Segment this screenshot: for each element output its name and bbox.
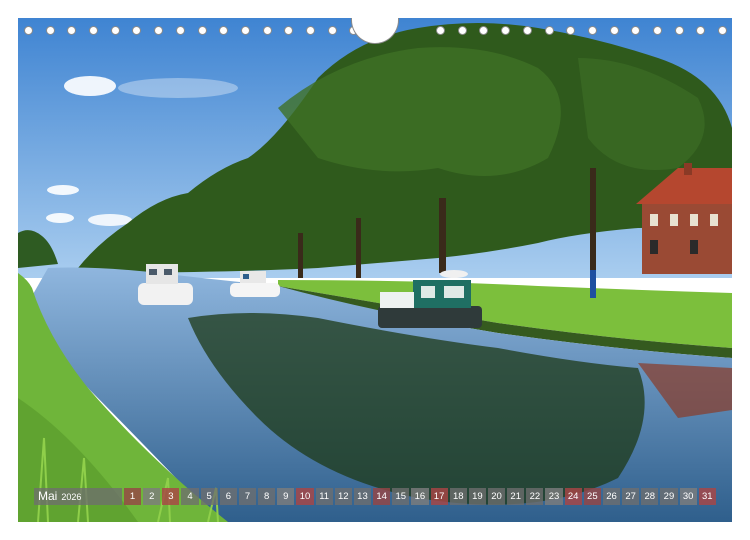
day-cell: 9 [277, 488, 295, 505]
day-cell: 28 [641, 488, 659, 505]
tree-trunk [356, 218, 361, 278]
calendar-page: Mai 2026 1 2 3 4 5 6 7 8 9 10 11 12 13 14 15 16 17 18 19 20… [0, 0, 750, 540]
day-cell: 17 [430, 488, 448, 505]
day-cell: 18 [449, 488, 467, 505]
day-cell: 27 [622, 488, 640, 505]
day-cell: 6 [219, 488, 237, 505]
day-cell: 21 [507, 488, 525, 505]
binding-hole [305, 26, 315, 35]
day-cell: 19 [468, 488, 486, 505]
binding-hole [718, 26, 727, 35]
binding-hole [240, 26, 250, 35]
day-cell: 26 [602, 488, 621, 505]
cloud [64, 76, 116, 96]
day-cell: 4 [181, 488, 199, 505]
day-cell: 12 [334, 488, 352, 505]
day-cell: 14 [373, 488, 391, 505]
day-cell: 2 [143, 488, 161, 505]
day-cell: 7 [238, 488, 257, 505]
day-cell: 22 [526, 488, 544, 505]
canal-landscape-illustration [18, 18, 732, 522]
binding-hole [652, 26, 662, 35]
boat-green [378, 270, 482, 328]
day-cell: 31 [698, 488, 716, 505]
binding-hole [544, 26, 554, 35]
day-cell: 13 [353, 488, 372, 505]
binding-hole [132, 26, 142, 35]
binding-hole [327, 26, 337, 35]
day-cell: 5 [200, 488, 218, 505]
day-cells: 1 2 3 4 5 6 7 8 9 10 11 12 13 14 15 16 17 18 19 20 21 22 23 24 2… [124, 488, 716, 505]
binding-hole [631, 26, 641, 35]
day-cell: 23 [545, 488, 563, 505]
binding-hole [479, 26, 489, 35]
binding-hole [262, 26, 272, 35]
binding-hole [457, 26, 467, 35]
binding-hole [436, 26, 446, 35]
binding-hole [67, 26, 77, 35]
day-cell: 3 [162, 488, 180, 505]
tree-trunk [590, 168, 596, 278]
binding-hole [89, 26, 99, 35]
cloud [118, 78, 238, 98]
binding-hole [609, 26, 619, 35]
day-cell: 15 [392, 488, 410, 505]
month-label: Mai 2026 [34, 488, 122, 505]
binding-hole [219, 26, 229, 35]
day-cell: 8 [258, 488, 276, 505]
binding-hole [587, 26, 597, 35]
signpost [590, 270, 596, 298]
day-cell: 29 [660, 488, 678, 505]
day-cell: 24 [564, 488, 582, 505]
binding-hole [24, 26, 33, 35]
month-year: 2026 [61, 492, 82, 502]
tree-trunk [439, 198, 446, 273]
day-cell: 1 [124, 488, 142, 505]
binding-hole [284, 26, 294, 35]
calendar-strip: Mai 2026 1 2 3 4 5 6 7 8 9 10 11 12 13 14 15 16 17 18 19 20… [34, 488, 716, 505]
canal-photo [18, 18, 732, 522]
binding-hole [696, 26, 706, 35]
binding-hole [674, 26, 684, 35]
day-cell: 16 [411, 488, 429, 505]
binding-hole [110, 26, 120, 35]
binding-hole [175, 26, 185, 35]
month-name: Mai [38, 489, 58, 503]
binding-hole [522, 26, 532, 35]
cloud [47, 185, 79, 195]
day-cell: 10 [296, 488, 314, 505]
binding-hole [154, 26, 164, 35]
cloud [46, 213, 74, 223]
day-cell: 25 [583, 488, 601, 505]
day-cell: 11 [315, 488, 333, 505]
binding-hole [566, 26, 576, 35]
binding-hole [45, 26, 55, 35]
day-cell: 20 [487, 488, 506, 505]
day-cell: 30 [679, 488, 697, 505]
binding-hole [501, 26, 511, 35]
tree-trunk [298, 233, 303, 278]
cloud [88, 214, 132, 226]
binding-hole [197, 26, 207, 35]
